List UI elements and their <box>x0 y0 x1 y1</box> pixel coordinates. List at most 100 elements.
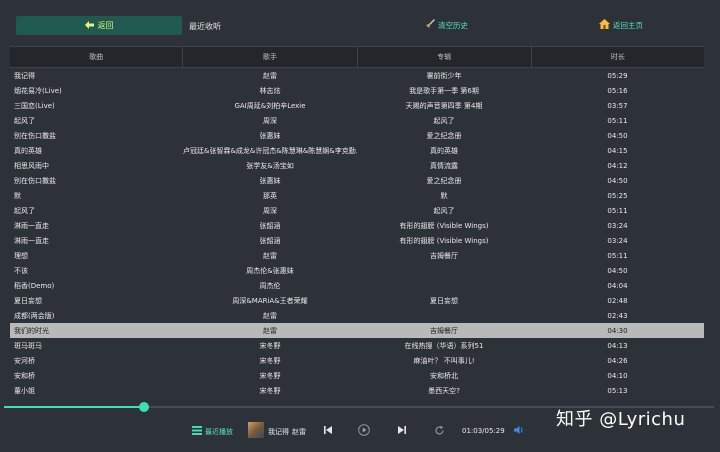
cell-album: 爱之纪念册 <box>426 176 462 185</box>
table-row[interactable]: 真的英雄 卢冠廷&张智霖&成龙&许冠杰&陈慧琳&陈慧娴&李克勤... 真的英雄 04:… <box>10 143 704 158</box>
cell-song: 别在伤口撒盐 <box>14 131 56 140</box>
back-button[interactable]: 返回 <box>16 16 182 35</box>
table-header: 歌曲 歌手 专辑 时长 <box>10 46 704 68</box>
page-title: 最近收听 <box>189 22 221 31</box>
table-row[interactable]: 相思风雨中 张学友&汤宝如 真情流露 04:12 <box>10 158 704 173</box>
cell-artist: 赵雷 <box>263 311 277 320</box>
cell-duration: 05:13 <box>607 386 628 395</box>
clear-history-button[interactable]: 清空历史 <box>425 19 468 31</box>
table-row[interactable]: 淋雨一直走 张韶涵 有形的翅膀 (Visible Wings) 03:24 <box>10 233 704 248</box>
table-row[interactable]: 成都(两会版) 赵雷 02:43 <box>10 308 704 323</box>
cell-artist: 赵雷 <box>263 326 277 335</box>
cell-album: 在线热搜（华语）系列51 <box>404 341 484 350</box>
recent-play-icon <box>192 426 202 437</box>
cell-album: 我是歌手第一季 第6期 <box>409 86 479 95</box>
cell-album: 有形的翅膀 (Visible Wings) <box>399 236 489 245</box>
clear-history-label: 清空历史 <box>438 20 468 30</box>
table-row[interactable]: 安河桥 宋冬野 麻油叶？ 不叫事儿! 04:26 <box>10 353 704 368</box>
progress-handle[interactable] <box>138 402 149 412</box>
table-row[interactable]: 安和桥 宋冬野 安和桥北 04:10 <box>10 368 704 383</box>
cell-artist: 张惠妹 <box>259 131 281 140</box>
table-row[interactable]: 烟花易冷(Live) 林志炫 我是歌手第一季 第6期 05:16 <box>10 83 704 98</box>
cell-artist: 周深 <box>263 206 277 215</box>
cell-duration: 02:48 <box>607 296 628 305</box>
cell-artist: 赵雷 <box>263 251 277 260</box>
cell-song: 董小姐 <box>14 386 35 395</box>
cell-song: 起风了 <box>14 206 35 215</box>
progress-fill <box>4 406 144 408</box>
column-header-song[interactable]: 歌曲 <box>10 47 184 67</box>
cell-artist: GAI周延&刘柏辛Lexie <box>234 101 306 110</box>
table-row[interactable]: 稻香(Demo) 周杰伦 04:04 <box>10 278 704 293</box>
cell-duration: 04:04 <box>607 281 628 290</box>
cell-song: 相思风雨中 <box>14 161 49 170</box>
cell-artist: 周杰伦 <box>259 281 281 290</box>
cell-duration: 04:15 <box>607 146 628 155</box>
table-row[interactable]: 默 那英 默 05:25 <box>10 188 704 203</box>
cell-duration: 03:24 <box>607 236 628 245</box>
back-arrow-icon <box>84 20 94 31</box>
cell-duration: 04:13 <box>607 341 628 350</box>
table-row[interactable]: 起风了 周深 起风了 05:11 <box>10 203 704 218</box>
cell-song: 默 <box>14 191 21 200</box>
table-row[interactable]: 夏日妄想 周深&MARiA&王者荣耀 夏日妄想 02:48 <box>10 293 704 308</box>
cell-artist: 宋冬野 <box>259 371 281 380</box>
broom-icon <box>425 19 435 31</box>
skip-next-icon[interactable] <box>396 424 408 436</box>
home-label: 返回主页 <box>613 20 643 30</box>
cell-album: 麻油叶？ 不叫事儿! <box>413 356 475 365</box>
home-icon <box>599 19 610 31</box>
cell-song: 淋雨一直走 <box>14 221 49 230</box>
cell-duration: 04:50 <box>607 131 628 140</box>
cell-album: 吉姆餐厅 <box>430 251 458 260</box>
column-header-artist[interactable]: 歌手 <box>183 47 358 67</box>
column-header-album[interactable]: 专辑 <box>358 47 532 67</box>
volume-icon[interactable] <box>513 424 525 436</box>
recent-play-button[interactable]: 最近播放 <box>192 426 233 437</box>
table-row[interactable]: 别在伤口撒盐 张惠妹 爱之纪念册 04:50 <box>10 128 704 143</box>
table-row[interactable]: 起风了 周深 起风了 05:11 <box>10 113 704 128</box>
cell-song: 稻香(Demo) <box>14 281 55 290</box>
loop-icon[interactable] <box>433 424 445 436</box>
table-row[interactable]: 三国恋(Live) GAI周延&刘柏辛Lexie 天赐的声音第四季 第4期 03:57 <box>10 98 704 113</box>
cell-artist: 赵雷 <box>263 71 277 80</box>
cell-song: 真的英雄 <box>14 146 42 155</box>
cell-duration: 04:26 <box>607 356 628 365</box>
cell-song: 我们的时光 <box>14 326 49 335</box>
cell-duration: 05:29 <box>607 71 628 80</box>
column-header-duration[interactable]: 时长 <box>532 47 704 67</box>
cell-duration: 05:11 <box>607 206 628 215</box>
cell-song: 别在伤口撒盐 <box>14 176 56 185</box>
table-row[interactable]: 淋雨一直走 张韶涵 有形的翅膀 (Visible Wings) 03:24 <box>10 218 704 233</box>
skip-previous-icon[interactable] <box>322 424 334 436</box>
cell-artist: 宋冬野 <box>259 386 281 395</box>
cell-duration: 04:50 <box>607 266 628 275</box>
table-row[interactable]: 不该 周杰伦&张惠妹 04:50 <box>10 263 704 278</box>
table-row[interactable]: 斑马斑马 宋冬野 在线热搜（华语）系列51 04:13 <box>10 338 704 353</box>
cell-artist: 卢冠廷&张智霖&成龙&许冠杰&陈慧琳&陈慧娴&李克勤... <box>183 146 357 155</box>
table-row[interactable]: 别在伤口撒盐 张惠妹 爱之纪念册 04:50 <box>10 173 704 188</box>
cell-song: 夏日妄想 <box>14 296 42 305</box>
cell-song: 安和桥 <box>14 371 35 380</box>
cell-duration: 03:24 <box>607 221 628 230</box>
cell-duration: 05:11 <box>607 251 628 260</box>
cell-duration: 02:43 <box>607 311 628 320</box>
cell-album: 真的英雄 <box>430 146 458 155</box>
cell-album: 默 <box>440 191 448 200</box>
now-playing-artist: 赵雷 <box>292 428 306 436</box>
cell-song: 起风了 <box>14 116 35 125</box>
cell-artist: 林志炫 <box>259 86 281 95</box>
cell-album: 起风了 <box>433 116 455 125</box>
table-row[interactable]: 我记得 赵雷 署前街少年 05:29 <box>10 68 704 83</box>
cell-album: 吉姆餐厅 <box>430 326 458 335</box>
table-row[interactable]: 董小姐 宋冬野 墨西天空? 05:13 <box>10 383 704 395</box>
cell-duration: 04:30 <box>607 326 628 335</box>
album-cover[interactable] <box>248 422 264 438</box>
home-button[interactable]: 返回主页 <box>599 19 643 31</box>
cell-song: 不该 <box>14 266 28 275</box>
table-row[interactable]: 理想 赵雷 吉姆餐厅 05:11 <box>10 248 704 263</box>
play-pause-icon[interactable] <box>358 424 370 436</box>
cell-duration: 03:57 <box>607 101 628 110</box>
table-row[interactable]: 我们的时光 赵雷 吉姆餐厅 04:30 <box>10 323 704 338</box>
recent-play-label: 最近播放 <box>205 427 233 436</box>
